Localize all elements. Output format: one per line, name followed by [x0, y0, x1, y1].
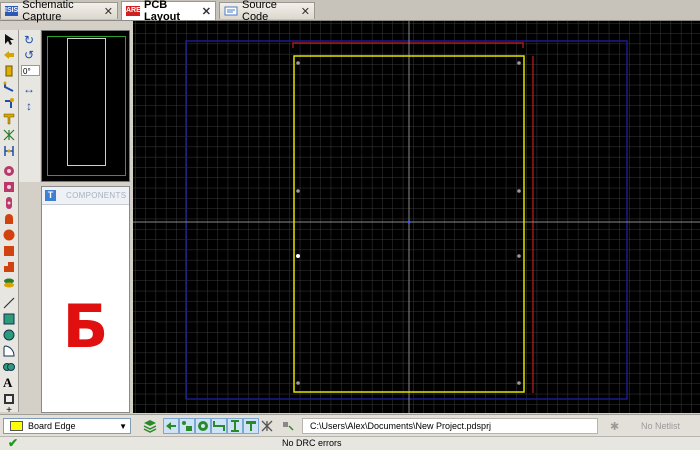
tab-label: Schematic Capture: [22, 0, 74, 23]
tab-schematic-capture[interactable]: ISIS Schematic Capture ✕: [0, 0, 118, 23]
smt-round-pad-icon[interactable]: [3, 229, 15, 241]
layer-color-swatch: [10, 421, 23, 431]
overlay-letter: Б: [62, 292, 109, 362]
mirror-horizontal-icon[interactable]: ↔: [22, 82, 36, 96]
source-code-icon: [224, 6, 238, 16]
filter-ratsnest-icon[interactable]: [260, 419, 274, 433]
components-title: COMPONENTS: [66, 191, 127, 200]
filter-track-icon[interactable]: [211, 418, 227, 434]
line-icon[interactable]: [3, 297, 15, 309]
layer-selector-value: Board Edge: [28, 421, 76, 431]
handle-bottom-left: [296, 381, 300, 385]
handle-right-upper: [517, 189, 521, 193]
track-mode-icon[interactable]: [3, 81, 15, 93]
dil-pad-icon[interactable]: [3, 197, 15, 209]
autoroute-filter-component-icon[interactable]: [163, 418, 179, 434]
arc-icon[interactable]: [3, 345, 15, 357]
circle-icon[interactable]: [3, 329, 15, 341]
handle-top-right: [517, 61, 521, 65]
via-mode-icon[interactable]: [3, 97, 15, 109]
symbol-icon[interactable]: [3, 393, 15, 405]
filter-via-icon[interactable]: [227, 418, 243, 434]
status-bar: ✔ No DRC errors: [0, 436, 700, 450]
drc-status-text[interactable]: No DRC errors: [282, 437, 342, 450]
box-icon[interactable]: [3, 313, 15, 325]
components-panel: T COMPONENTS Б: [41, 186, 130, 413]
rotate-clockwise-icon[interactable]: ↻: [22, 33, 36, 47]
smt-square-pad-icon[interactable]: [3, 245, 15, 257]
tab-pcb-layout[interactable]: ARES PCB Layout ✕: [121, 0, 216, 23]
component-mode-icon[interactable]: [3, 49, 15, 61]
edge-pad-icon[interactable]: [3, 213, 15, 225]
overview-window[interactable]: [41, 30, 130, 182]
document-tab-bar: ISIS Schematic Capture ✕ ARES PCB Layout…: [0, 0, 700, 23]
ares-icon: ARES: [126, 6, 146, 16]
pcb-canvas-drawing: [133, 21, 700, 413]
ratsnest-mode-icon[interactable]: [3, 129, 15, 141]
rotation-angle-field[interactable]: 0°: [21, 65, 40, 76]
components-header: T COMPONENTS: [42, 187, 129, 205]
checkmark-icon: ✔: [8, 436, 19, 450]
close-icon[interactable]: ✕: [202, 5, 211, 18]
layer-selector[interactable]: Board Edge ▼: [3, 418, 131, 434]
tab-label: PCB Layout: [144, 0, 181, 23]
grid: [133, 21, 700, 413]
filter-selection-icon[interactable]: [281, 419, 295, 433]
handle-top-left: [296, 61, 300, 65]
handle-left-lower-selected: [296, 254, 300, 258]
zone-mode-icon[interactable]: [3, 113, 15, 125]
handle-left-upper: [296, 189, 300, 193]
round-pad-icon[interactable]: [3, 165, 15, 177]
rotate-anticlockwise-icon[interactable]: ↺: [22, 48, 36, 62]
mirror-vertical-icon[interactable]: ↕: [22, 99, 36, 113]
handle-right-lower: [517, 254, 521, 258]
project-path-field: C:\Users\Alex\Documents\New Project.pdsp…: [302, 418, 598, 434]
square-pad-icon[interactable]: [3, 181, 15, 193]
text-icon[interactable]: A: [3, 376, 15, 389]
layers-icon[interactable]: [143, 419, 157, 433]
mode-toolbar: A +: [0, 30, 19, 416]
padstack-icon[interactable]: [3, 277, 15, 289]
tab-source-code[interactable]: Source Code ✕: [219, 0, 315, 23]
pcb-editing-canvas[interactable]: [133, 21, 700, 413]
filter-pin-icon[interactable]: [179, 418, 195, 434]
path-icon[interactable]: [3, 361, 15, 373]
component-pick-button[interactable]: T: [45, 190, 56, 201]
netlist-status: ✱ No Netlist: [604, 418, 698, 434]
smt-polygon-pad-icon[interactable]: [3, 261, 15, 273]
select-mode-icon[interactable]: [3, 33, 15, 45]
overview-board-outline: [67, 38, 106, 166]
filter-pad-icon[interactable]: [195, 418, 211, 434]
origin-marker: [407, 220, 411, 224]
isis-icon: ISIS: [5, 6, 19, 16]
netlist-status-text: No Netlist: [640, 421, 680, 431]
filter-zone-icon[interactable]: [243, 418, 259, 434]
close-icon[interactable]: ✕: [104, 5, 113, 18]
close-icon[interactable]: ✕: [301, 5, 310, 18]
bottom-toolbar: Board Edge ▼ C:\Users\Alex\Documents\New…: [0, 414, 700, 436]
rotation-toolbar: ↻ ↺ 0° ↔ ↕: [19, 30, 40, 182]
chevron-down-icon: ▼: [119, 421, 127, 431]
gear-icon: ✱: [610, 420, 620, 433]
tab-label: Source Code: [242, 0, 277, 23]
connectivity-mode-icon[interactable]: [3, 145, 15, 157]
package-mode-icon[interactable]: [3, 65, 15, 77]
handle-bottom-right: [517, 381, 521, 385]
